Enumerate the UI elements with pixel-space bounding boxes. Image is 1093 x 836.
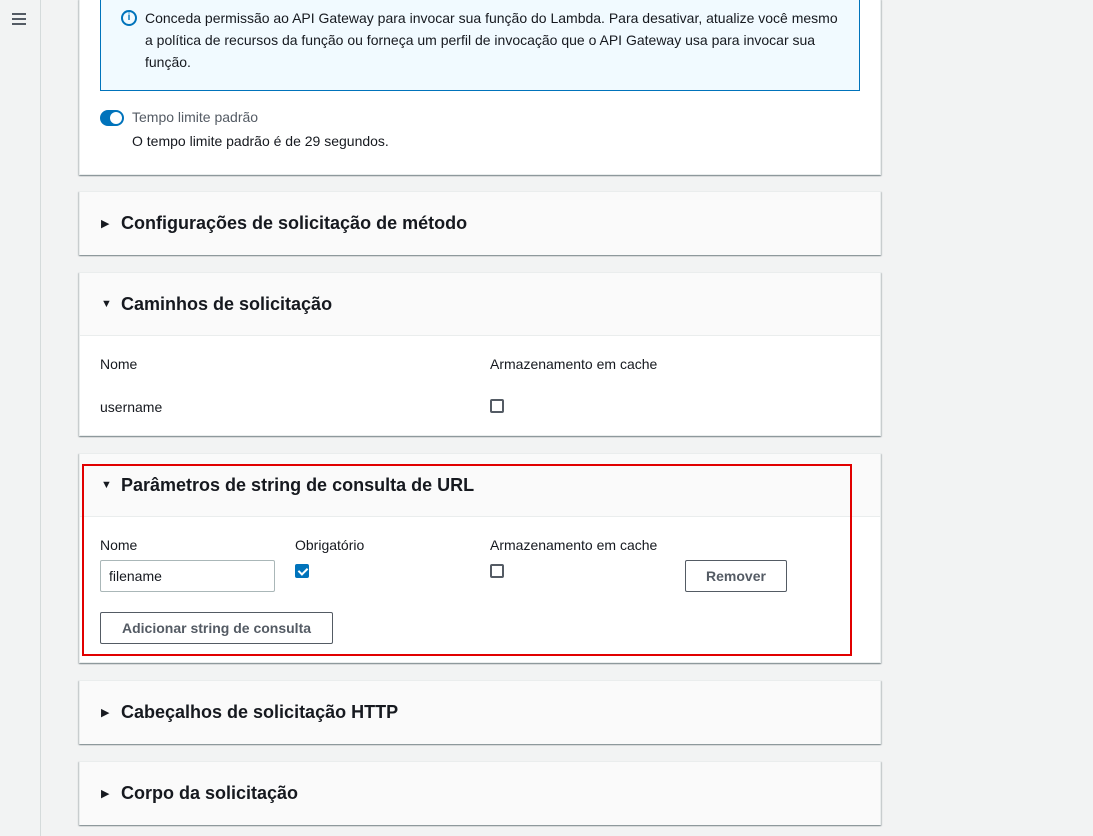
section-title: Corpo da solicitação	[121, 783, 299, 803]
info-alert-text: Conceda permissão ao API Gateway para in…	[145, 10, 838, 70]
section-header-method-request-settings[interactable]: ▶ Configurações de solicitação de método	[80, 192, 880, 255]
caret-down-icon: ▼	[101, 479, 112, 491]
caret-right-icon: ▶	[101, 707, 110, 719]
remove-button[interactable]: Remover	[685, 560, 787, 592]
column-header-required: Obrigatório	[295, 537, 365, 553]
section-header-http-headers[interactable]: ▶ Cabeçalhos de solicitação HTTP	[80, 681, 880, 744]
column-header-cache: Armazenamento em cache	[490, 537, 658, 553]
path-cache-checkbox[interactable]	[490, 399, 504, 413]
column-header-name: Nome	[100, 356, 138, 372]
caret-down-icon: ▼	[101, 298, 112, 310]
section-title: Parâmetros de string de consulta de URL	[121, 474, 475, 495]
column-header-cache: Armazenamento em cache	[490, 356, 658, 372]
integration-card: i Conceda permissão ao API Gateway para …	[79, 0, 881, 175]
section-http-headers: ▶ Cabeçalhos de solicitação HTTP	[79, 680, 881, 744]
caret-right-icon: ▶	[101, 788, 110, 800]
left-rail	[0, 0, 41, 836]
section-request-paths: ▼ Caminhos de solicitação Nome Armazenam…	[79, 272, 881, 436]
info-icon: i	[121, 10, 137, 26]
path-name: username	[100, 399, 163, 415]
section-title: Configurações de solicitação de método	[121, 213, 468, 233]
hamburger-icon[interactable]	[12, 13, 26, 25]
caret-right-icon: ▶	[101, 218, 110, 230]
query-string-required-checkbox[interactable]	[295, 564, 309, 578]
timeout-toggle[interactable]	[100, 110, 124, 126]
section-header-request-body[interactable]: ▶ Corpo da solicitação	[80, 762, 880, 825]
section-request-body: ▶ Corpo da solicitação	[79, 761, 881, 825]
section-query-strings: ▼ Parâmetros de string de consulta de UR…	[79, 453, 881, 663]
timeout-description: O tempo limite padrão é de 29 segundos.	[132, 133, 389, 149]
main-content: i Conceda permissão ao API Gateway para …	[41, 0, 1093, 836]
query-string-cache-checkbox[interactable]	[490, 564, 504, 578]
section-header-request-paths[interactable]: ▼ Caminhos de solicitação	[80, 273, 880, 336]
column-header-name: Nome	[100, 537, 138, 553]
info-alert: i Conceda permissão ao API Gateway para …	[100, 0, 860, 91]
section-header-query-strings[interactable]: ▼ Parâmetros de string de consulta de UR…	[80, 454, 880, 517]
section-title: Cabeçalhos de solicitação HTTP	[121, 702, 399, 722]
section-title: Caminhos de solicitação	[121, 293, 333, 314]
add-query-string-button[interactable]: Adicionar string de consulta	[100, 612, 333, 644]
timeout-toggle-label: Tempo limite padrão	[132, 109, 259, 125]
section-method-request-settings: ▶ Configurações de solicitação de método	[79, 191, 881, 255]
query-string-name-input[interactable]	[100, 560, 275, 592]
